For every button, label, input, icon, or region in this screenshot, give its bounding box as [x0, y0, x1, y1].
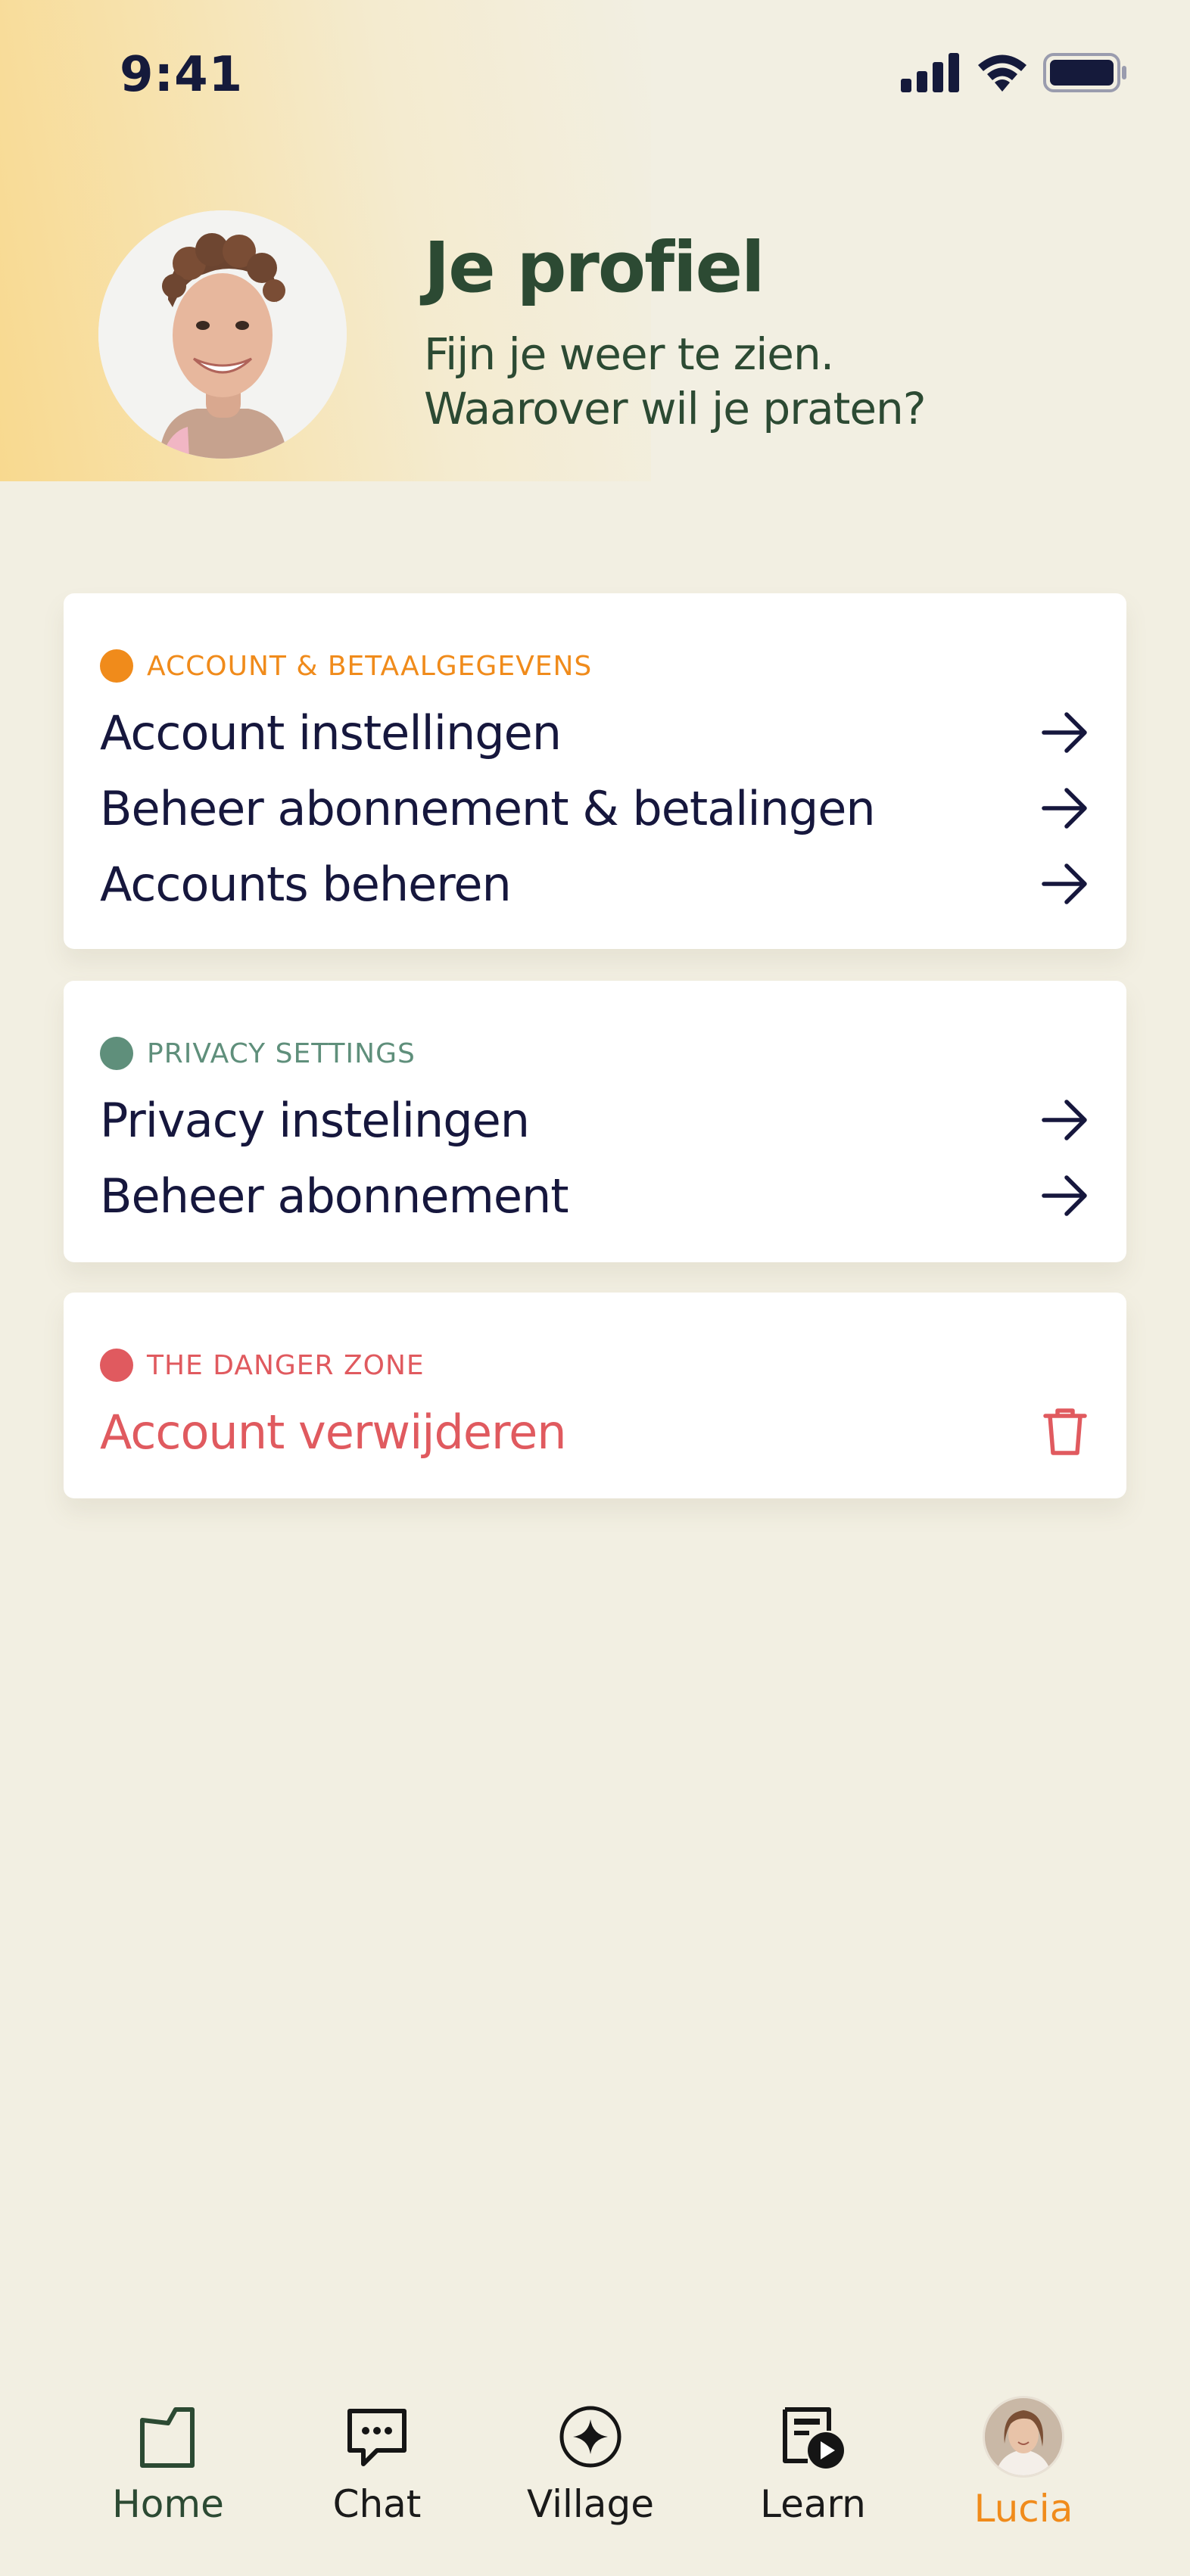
privacy-section-header: PRIVACY SETTINGS: [100, 1035, 416, 1072]
tab-profile-label: Lucia: [973, 2487, 1073, 2531]
chat-icon: [279, 2399, 475, 2475]
tab-village[interactable]: Village: [492, 2376, 689, 2526]
profile-avatar-tab: [925, 2396, 1122, 2478]
arrow-right-icon: [1039, 857, 1092, 910]
battery-icon: [1043, 53, 1126, 92]
tab-home-label: Home: [112, 2482, 224, 2526]
home-icon: [70, 2399, 266, 2475]
row-label: Privacy instelingen: [100, 1092, 530, 1148]
arrow-right-icon: [1039, 782, 1092, 835]
account-dot-icon: [100, 649, 133, 683]
delete-account-row[interactable]: Account verwijderen: [100, 1394, 1092, 1470]
privacy-dot-icon: [100, 1037, 133, 1070]
profile-avatar[interactable]: [98, 210, 347, 459]
tab-chat[interactable]: Chat: [279, 2376, 475, 2526]
bottom-tab-bar: Home Chat Village Learn Lucia: [0, 2376, 1190, 2576]
account-section-header: ACCOUNT & BETAALGEGEVENS: [100, 648, 592, 684]
tab-learn-label: Learn: [760, 2482, 866, 2526]
account-settings-row[interactable]: Account instellingen: [100, 695, 1092, 770]
arrow-right-icon: [1039, 1094, 1092, 1146]
tab-village-label: Village: [527, 2482, 654, 2526]
arrow-right-icon: [1039, 706, 1092, 759]
status-time: 9:41: [120, 47, 244, 103]
page-title: Je profiel: [424, 227, 765, 308]
wifi-icon: [978, 54, 1026, 92]
arrow-right-icon: [1039, 1169, 1092, 1222]
status-icons: [901, 53, 1128, 92]
row-label: Beheer abonnement: [100, 1168, 569, 1224]
manage-subscription-row[interactable]: Beheer abonnement: [100, 1158, 1092, 1234]
tab-learn[interactable]: Learn: [715, 2376, 911, 2526]
row-label: Account verwijderen: [100, 1404, 567, 1460]
signal-icon: [901, 53, 959, 92]
tab-chat-label: Chat: [332, 2482, 422, 2526]
sparkle-icon: [492, 2399, 689, 2475]
danger-section-header: THE DANGER ZONE: [100, 1347, 425, 1383]
danger-zone-card: THE DANGER ZONE Account verwijderen: [64, 1293, 1126, 1498]
learn-icon: [715, 2399, 911, 2475]
account-section-label: ACCOUNT & BETAALGEGEVENS: [147, 650, 593, 682]
privacy-settings-row[interactable]: Privacy instelingen: [100, 1082, 1092, 1158]
danger-section-label: THE DANGER ZONE: [147, 1349, 425, 1381]
row-label: Accounts beheren: [100, 856, 512, 912]
avatar: [983, 2396, 1064, 2478]
tab-home[interactable]: Home: [70, 2376, 266, 2526]
danger-dot-icon: [100, 1349, 133, 1382]
subtitle-line-1: Fijn je weer te zien.: [424, 328, 834, 380]
row-label: Beheer abonnement & betalingen: [100, 780, 876, 836]
subtitle-line-2: Waarover wil je praten?: [424, 383, 927, 434]
manage-subscription-payments-row[interactable]: Beheer abonnement & betalingen: [100, 770, 1092, 846]
privacy-card: PRIVACY SETTINGS Privacy instelingen Beh…: [64, 981, 1126, 1262]
profile-photo: [98, 210, 347, 459]
manage-accounts-row[interactable]: Accounts beheren: [100, 846, 1092, 922]
tab-profile[interactable]: Lucia: [925, 2376, 1122, 2531]
page-subtitle: Fijn je weer te zien. Waarover wil je pr…: [424, 327, 1105, 436]
privacy-section-label: PRIVACY SETTINGS: [147, 1038, 416, 1069]
account-card: ACCOUNT & BETAALGEGEVENS Account instell…: [64, 593, 1126, 949]
trash-icon[interactable]: [1039, 1405, 1092, 1458]
row-label: Account instellingen: [100, 705, 562, 761]
